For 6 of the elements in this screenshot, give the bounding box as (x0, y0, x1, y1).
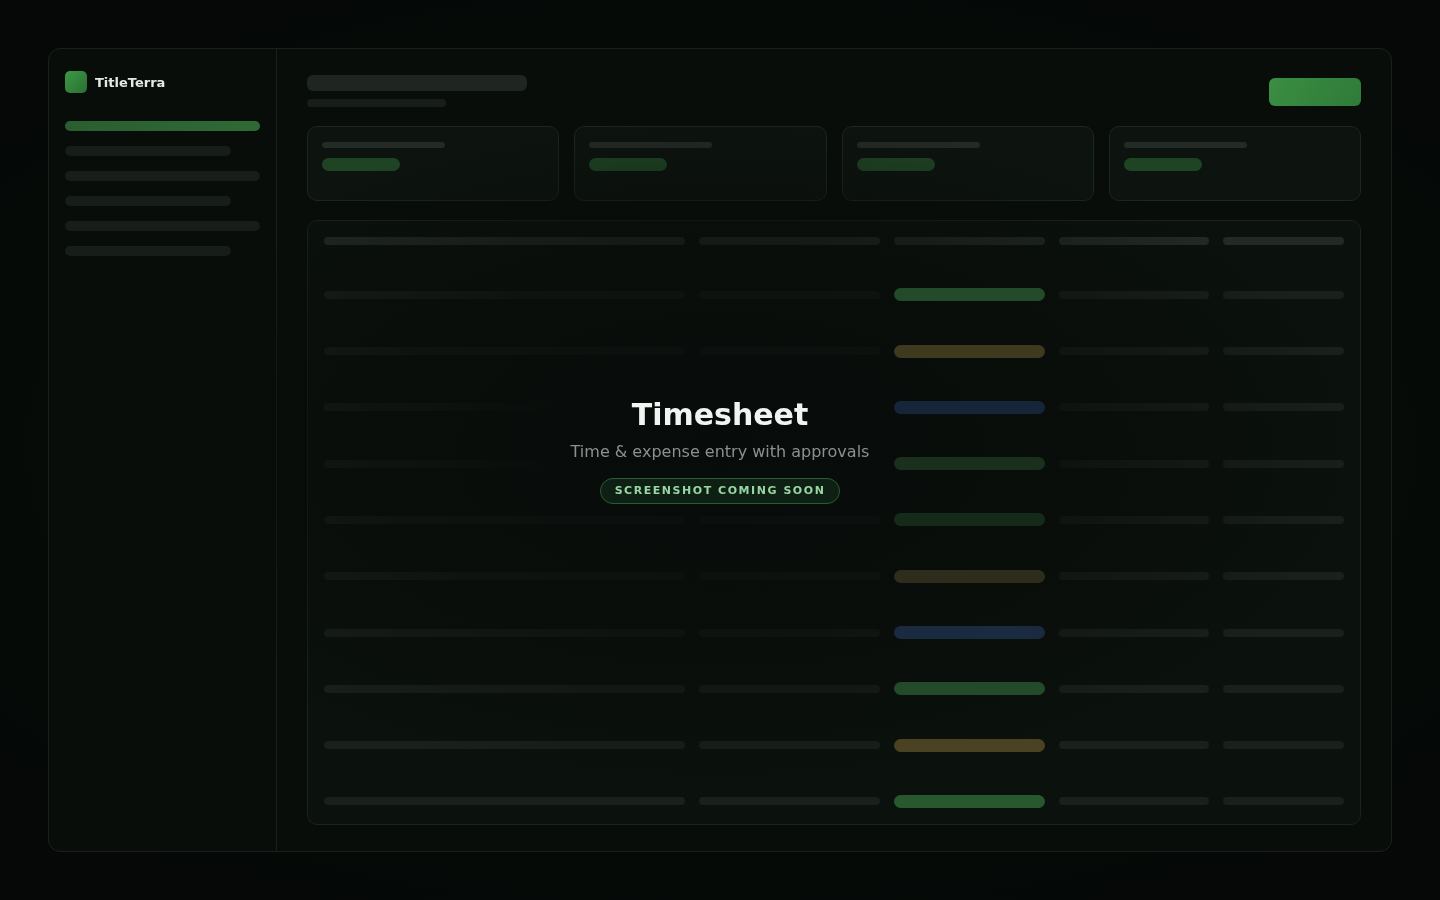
logo-icon (65, 71, 87, 93)
coming-soon-badge: SCREENSHOT COMING SOON (599, 477, 841, 504)
brand-name: TitleTerra (95, 75, 166, 89)
skeleton-button[interactable] (1269, 78, 1361, 106)
placeholder-title: Timesheet (631, 396, 809, 434)
placeholder-subtitle: Time & expense entry with approvals (570, 441, 870, 462)
